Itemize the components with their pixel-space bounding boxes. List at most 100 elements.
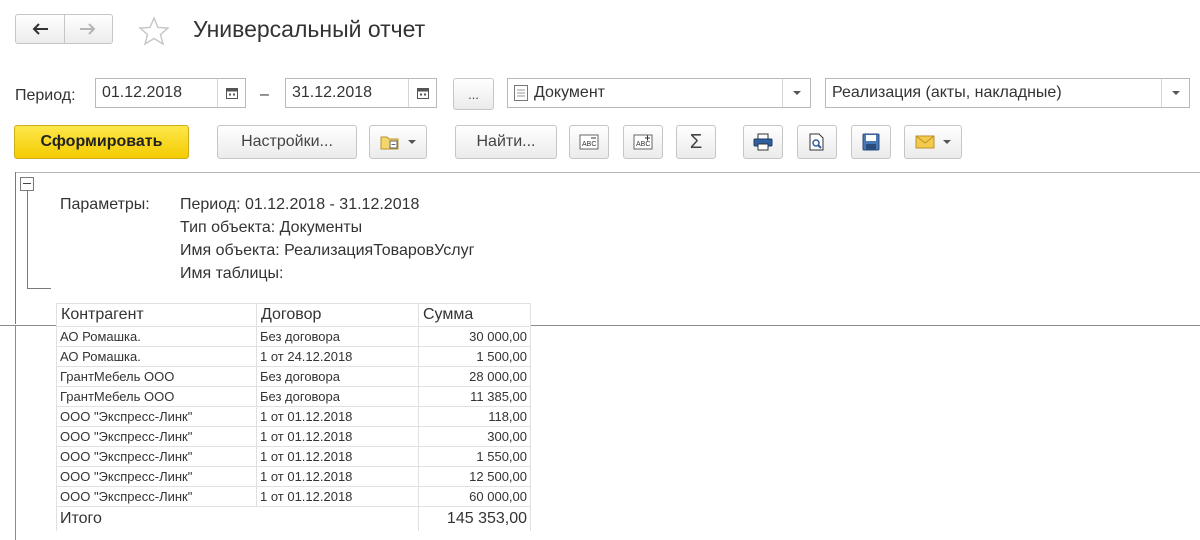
cell-counterparty: ГрантМебель ООО (56, 366, 257, 387)
table-row: ООО "Экспресс-Линк" 1 от 01.12.2018 118,00 (56, 406, 531, 427)
parameter-line: Тип объекта: Документы (180, 219, 363, 236)
arrow-right-icon (80, 23, 96, 35)
calendar-button[interactable] (217, 79, 245, 107)
chevron-down-icon (792, 91, 801, 95)
period-to-value: 31.12.2018 (292, 84, 373, 101)
column-header-contract: Договор (256, 303, 419, 327)
table-header-row: Контрагент Договор Сумма (56, 303, 531, 327)
find-button[interactable]: Найти... (455, 125, 557, 159)
cell-contract: 1 от 01.12.2018 (256, 406, 419, 427)
cell-counterparty: ООО "Экспресс-Линк" (56, 466, 257, 487)
cell-amount: 28 000,00 (418, 366, 531, 387)
table-row: ООО "Экспресс-Линк" 1 от 01.12.2018 12 500… (56, 466, 531, 487)
parameter-line: Имя объекта: РеализацияТоваровУслуг (180, 242, 475, 259)
calendar-icon (225, 88, 238, 99)
cell-contract: Без договора (256, 326, 419, 347)
parameters-label: Параметры: (60, 196, 150, 213)
rows-gutter (15, 325, 16, 540)
period-from-field[interactable]: 01.12.2018 (95, 78, 246, 108)
cell-amount: 30 000,00 (418, 326, 531, 347)
group-bracket (27, 191, 28, 289)
cell-contract: 1 от 01.12.2018 (256, 426, 419, 447)
document-icon (514, 85, 528, 101)
printer-icon (753, 133, 773, 151)
period-from-value: 01.12.2018 (102, 84, 183, 101)
calendar-button[interactable] (408, 79, 436, 107)
table-row: АО Ромашка. 1 от 24.12.2018 1 500,00 (56, 346, 531, 367)
chevron-down-icon (1171, 91, 1180, 95)
table-row: АО Ромашка. Без договора 30 000,00 (56, 326, 531, 347)
back-button[interactable] (16, 15, 64, 43)
cell-contract: Без договора (256, 366, 419, 387)
group-bracket-end (27, 288, 51, 289)
send-email-button[interactable] (904, 125, 962, 159)
cell-contract: 1 от 01.12.2018 (256, 466, 419, 487)
cell-contract: 1 от 01.12.2018 (256, 486, 419, 507)
object-type-dropdown-button[interactable] (782, 79, 810, 107)
object-name-select[interactable]: Реализация (акты, накладные) (825, 78, 1190, 108)
object-type-select[interactable]: Документ (507, 78, 811, 108)
cell-counterparty: ГрантМебель ООО (56, 386, 257, 407)
cell-contract: 1 от 24.12.2018 (256, 346, 419, 367)
floppy-disk-icon (862, 133, 880, 151)
svg-text:ABC: ABC (636, 141, 650, 148)
table-row: ООО "Экспресс-Линк" 1 от 01.12.2018 1 550,… (56, 446, 531, 467)
envelope-icon (915, 135, 935, 149)
collapse-groups-icon: ABC (579, 134, 599, 150)
cell-amount: 300,00 (418, 426, 531, 447)
expand-groups-button[interactable]: ABC (623, 125, 663, 159)
parameter-line: Имя таблицы: (180, 265, 284, 282)
table-row: ООО "Экспресс-Линк" 1 от 01.12.2018 60 000… (56, 486, 531, 507)
report-top-border (15, 172, 1200, 173)
report-document: Параметры: Период: 01.12.2018 - 31.12.20… (0, 172, 1200, 540)
chevron-down-icon (408, 140, 416, 144)
sigma-icon: Σ (689, 130, 703, 153)
total-value: 145 353,00 (418, 506, 531, 531)
cell-counterparty: ООО "Экспресс-Линк" (56, 406, 257, 427)
total-row: Итого 145 353,00 (56, 506, 531, 531)
navigation-buttons (15, 14, 113, 44)
calendar-icon (416, 88, 429, 99)
cell-counterparty: ООО "Экспресс-Линк" (56, 426, 257, 447)
period-label: Период: (15, 87, 76, 104)
sum-button[interactable]: Σ (676, 125, 716, 159)
settings-button[interactable]: Настройки... (217, 125, 357, 159)
object-name-dropdown-button[interactable] (1161, 79, 1189, 107)
cell-contract: Без договора (256, 386, 419, 407)
page-title: Универсальный отчет (193, 16, 426, 42)
period-select-button[interactable]: ... (453, 78, 494, 110)
collapse-groups-button[interactable]: ABC (569, 125, 609, 159)
cell-counterparty: ООО "Экспресс-Линк" (56, 486, 257, 507)
cell-contract: 1 от 01.12.2018 (256, 446, 419, 467)
folder-settings-icon (380, 136, 399, 150)
column-header-counterparty: Контрагент (56, 303, 257, 327)
total-label: Итого (56, 506, 419, 531)
cell-amount: 118,00 (418, 406, 531, 427)
collapse-toggle-icon[interactable] (20, 177, 34, 191)
save-button[interactable] (851, 125, 891, 159)
cell-amount: 60 000,00 (418, 486, 531, 507)
cell-amount: 1 550,00 (418, 446, 531, 467)
svg-text:ABC: ABC (582, 141, 596, 148)
expand-groups-icon: ABC (633, 134, 653, 150)
object-name-value: Реализация (акты, накладные) (832, 84, 1062, 101)
period-separator: – (260, 86, 269, 103)
print-preview-button[interactable] (797, 125, 837, 159)
variant-menu-button[interactable] (369, 125, 427, 159)
period-to-field[interactable]: 31.12.2018 (285, 78, 437, 108)
column-header-amount: Сумма (418, 303, 531, 327)
cell-amount: 12 500,00 (418, 466, 531, 487)
cell-counterparty: ООО "Экспресс-Линк" (56, 446, 257, 467)
cell-counterparty: АО Ромашка. (56, 346, 257, 367)
favorite-star-icon[interactable] (138, 16, 170, 46)
chevron-down-icon (943, 140, 951, 144)
print-preview-icon (809, 133, 824, 151)
generate-button[interactable]: Сформировать (14, 125, 189, 159)
parameter-line: Период: 01.12.2018 - 31.12.2018 (180, 196, 420, 213)
table-row: ГрантМебель ООО Без договора 28 000,00 (56, 366, 531, 387)
cell-amount: 1 500,00 (418, 346, 531, 367)
print-button[interactable] (743, 125, 783, 159)
cell-amount: 11 385,00 (418, 386, 531, 407)
forward-button[interactable] (63, 15, 113, 43)
report-table: Контрагент Договор Сумма АО Ромашка. Без … (56, 303, 531, 531)
